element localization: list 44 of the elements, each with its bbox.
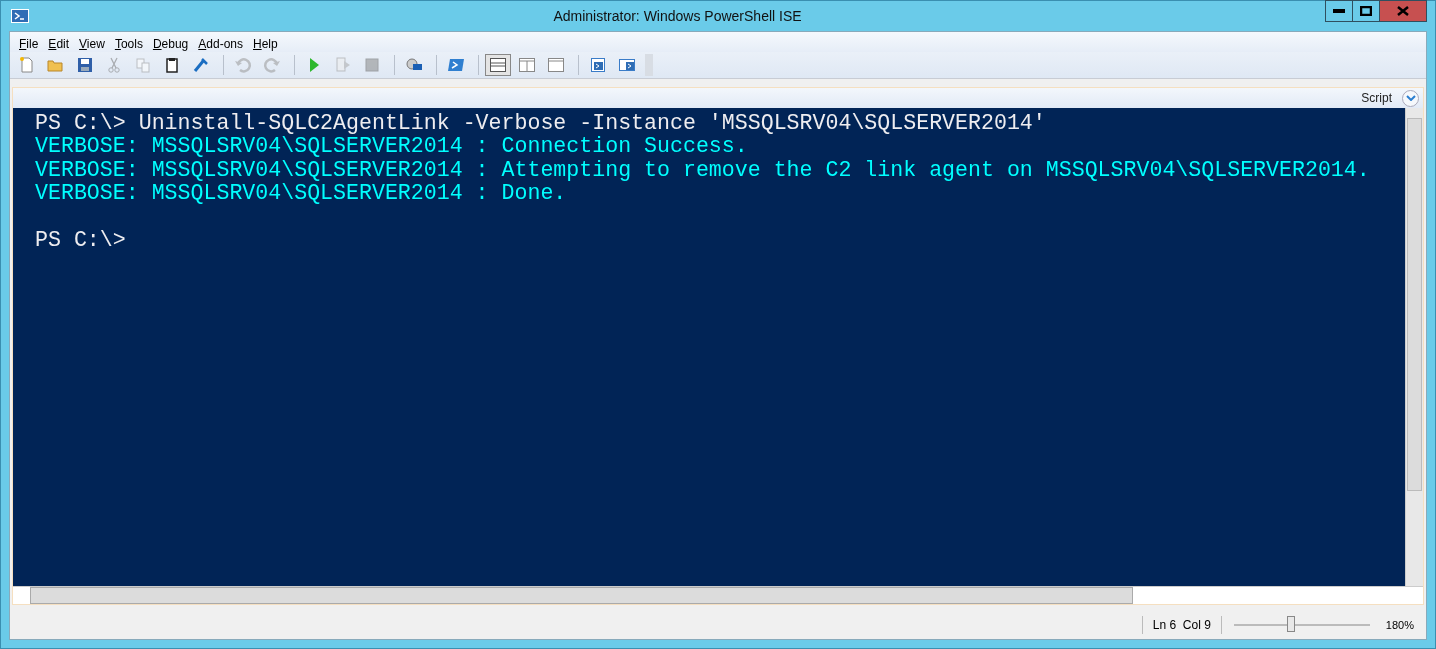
verbose-output-line: VERBOSE: MSSQLSRV04\SQLSERVER2014 : Done. [35, 182, 568, 206]
verbose-output-line: VERBOSE: MSSQLSRV04\SQLSERVER2014 : Connection Success. [35, 135, 749, 159]
redo-icon [263, 56, 281, 74]
pane-layout-icon [489, 56, 507, 74]
minimize-icon [1333, 9, 1345, 13]
close-icon [1397, 6, 1409, 16]
menu-item[interactable]: Tools [109, 35, 148, 52]
console-pane[interactable] [13, 108, 1405, 586]
window-title: Administrator: Windows PowerShell ISE [552, 8, 803, 24]
stop-icon [363, 56, 381, 74]
scissors-icon [105, 56, 123, 74]
brush-icon [192, 56, 210, 74]
run-selection-icon [334, 56, 352, 74]
menu-item[interactable]: Debug [147, 35, 194, 52]
script-pane-icon [589, 56, 607, 74]
vertical-scrollbar[interactable] [1405, 108, 1423, 586]
minimize-button[interactable] [1325, 0, 1353, 22]
command-line: PS C:\> Uninstall-SQLC2AgentLink -Verbose -Instance 'MSSQLSRV04\SQLSERVER2014' [35, 112, 1047, 136]
clipboard-icon [163, 56, 181, 74]
powershell-icon [11, 9, 29, 23]
window-icon [547, 56, 565, 74]
layout-top-button[interactable] [485, 54, 511, 76]
powershell-icon [447, 56, 465, 74]
menu-item[interactable]: File [14, 35, 44, 52]
menu-item[interactable]: Edit [43, 35, 75, 52]
chevron-down-icon [1405, 95, 1416, 101]
horizontal-scrollbar[interactable] [13, 586, 1423, 604]
verbose-output-line: VERBOSE: MSSQLSRV04\SQLSERVER2014 : Attempting to remove the C2 link agent on MSSQLSRV04\SQLSERVER2014. [35, 158, 1371, 183]
menu-item[interactable]: View [74, 35, 110, 52]
menu-item[interactable]: Help [248, 35, 283, 52]
zoom-percentage: 180% [1385, 619, 1414, 631]
maximize-button[interactable] [1352, 0, 1380, 22]
console-pane-icon [618, 56, 636, 74]
expand-script-button[interactable] [1402, 89, 1419, 107]
close-button[interactable] [1379, 0, 1427, 22]
document-icon [18, 56, 36, 74]
undo-icon [234, 56, 252, 74]
script-pane-label: Script [1361, 91, 1392, 105]
command-line: PS C:\> [35, 228, 127, 253]
copy-icon [134, 56, 152, 74]
cursor-position: Ln 6 Col 9 [1152, 618, 1211, 632]
side-pane-icon [518, 56, 536, 74]
menu-item[interactable]: Add-ons [193, 35, 248, 52]
maximize-icon [1360, 6, 1372, 16]
